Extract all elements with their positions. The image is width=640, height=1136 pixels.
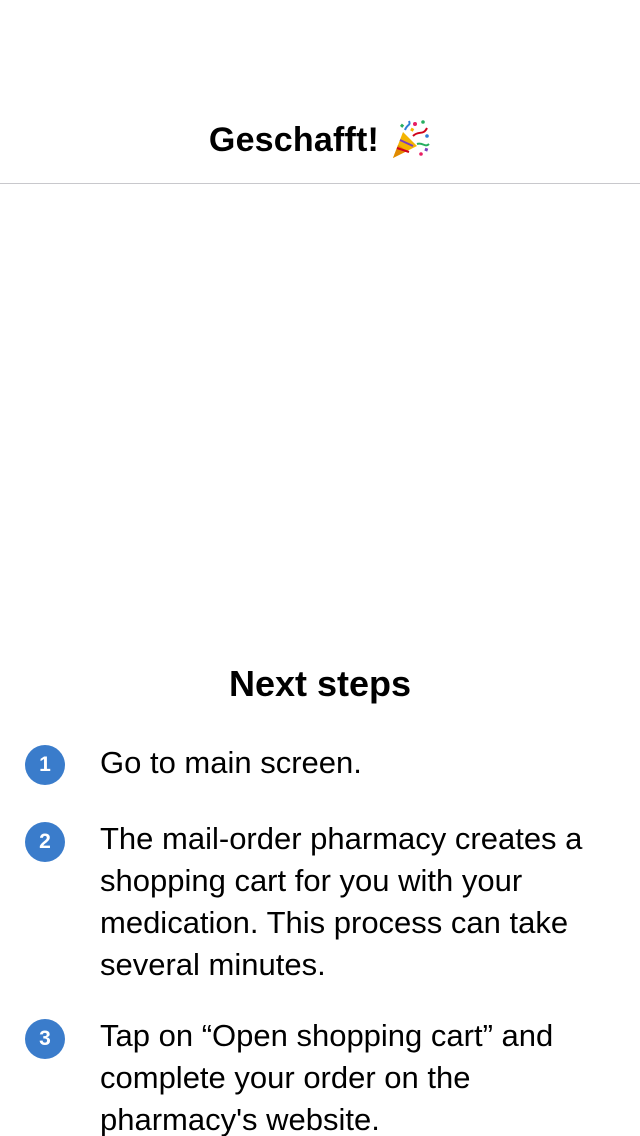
step-text: The mail-order pharmacy creates a shoppi… [100, 821, 583, 982]
content-area: Next steps 1 Go to main screen. 2 The ma… [0, 185, 640, 1136]
step-text: Go to main screen. [100, 745, 362, 780]
next-steps-title: Next steps [228, 663, 412, 704]
step-text: Tap on “Open shopping cart” and complete… [100, 1018, 554, 1136]
nav-title-text: Geschafft! [208, 120, 380, 159]
step-number-badge: 3 [25, 1019, 65, 1059]
party-popper-icon [393, 120, 430, 158]
navigation-bar: Geschafft! [0, 0, 640, 184]
nav-title: Geschafft! [0, 112, 640, 168]
step-number-badge: 2 [25, 822, 65, 862]
success-screen: Geschafft! Next steps 1 Go to main scree… [0, 0, 640, 1136]
step-number-badge: 1 [25, 745, 65, 785]
